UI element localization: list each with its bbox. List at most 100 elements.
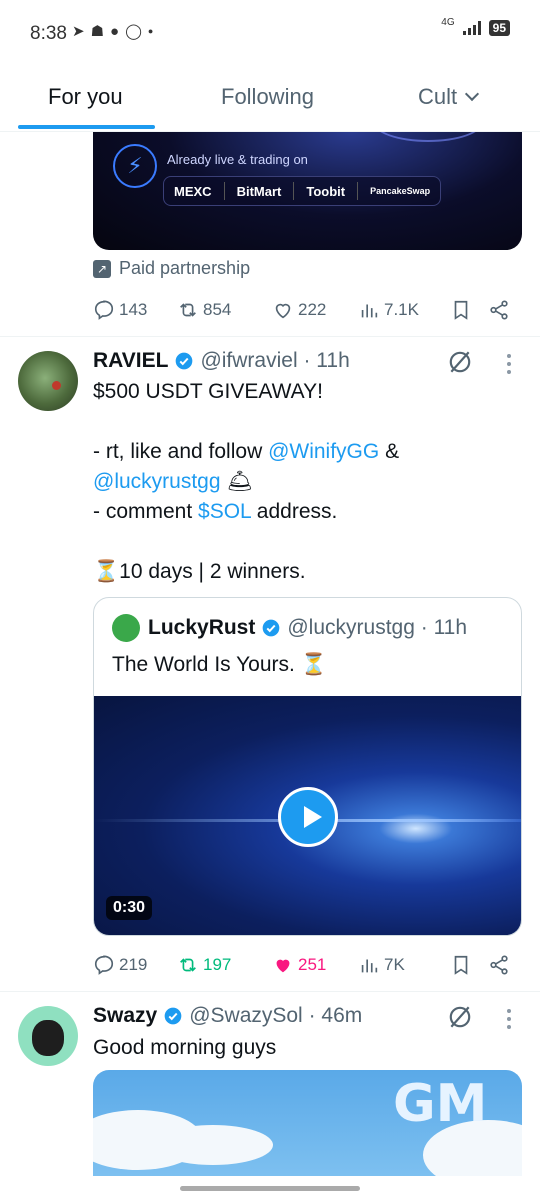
active-tab-indicator [18, 125, 155, 129]
play-button[interactable] [278, 787, 338, 847]
cashtag-link[interactable]: $SOL [198, 500, 251, 523]
exchange-toobit: Toobit [306, 183, 346, 199]
reply-button[interactable]: 219 [93, 954, 177, 976]
avatar[interactable] [18, 351, 78, 411]
exchange-bitmart: BitMart [236, 183, 282, 199]
text-fragment: address. [250, 500, 338, 523]
tab-label: Following [221, 84, 314, 109]
text-fragment: - comment [93, 500, 199, 523]
separator-dot: · [297, 349, 317, 372]
share-button[interactable] [488, 954, 518, 976]
repost-icon [180, 303, 196, 317]
views-button[interactable]: 7K [358, 954, 450, 976]
quoted-post[interactable]: LuckyRust @luckyrustgg · 11h The World I… [93, 597, 522, 936]
timeline-tabs: For you Following Cult [0, 66, 540, 132]
post-image[interactable]: GM [93, 1070, 522, 1176]
views-button[interactable]: 7.1K [358, 299, 450, 321]
mention-link[interactable]: @luckyrustgg [93, 470, 221, 493]
text-line: - comment $SOL address. [93, 497, 513, 527]
avatar[interactable] [18, 1006, 78, 1066]
paid-partnership: ↗ Paid partnership [93, 258, 250, 279]
reply-count: 219 [119, 955, 148, 974]
signal-icon [462, 21, 481, 35]
share-icon [490, 300, 508, 320]
video-player[interactable]: 0:30 [94, 696, 521, 935]
views-icon [361, 304, 378, 318]
paid-partnership-label: Paid partnership [119, 258, 251, 278]
promo-media[interactable]: ⚡ Already live & trading on MEXC BitMart… [93, 132, 522, 250]
verified-badge-icon [164, 1007, 182, 1025]
author-name[interactable]: Swazy [93, 1004, 157, 1028]
snapchat-icon: ☗ [90, 23, 105, 40]
repost-button[interactable]: 854 [177, 299, 272, 321]
home-indicator[interactable] [180, 1186, 360, 1191]
heart-filled-icon [276, 959, 290, 973]
tab-for-you[interactable]: For you [48, 84, 123, 110]
separator-dot: · [302, 1004, 322, 1027]
text-line: $500 USDT GIVEAWAY! [93, 380, 323, 403]
mention-link[interactable]: @WinifyGG [268, 440, 379, 463]
grok-icon[interactable] [447, 1004, 473, 1030]
post-time[interactable]: 11h [316, 349, 349, 373]
tab-label: For you [48, 84, 123, 109]
reply-button[interactable]: 143 [93, 299, 177, 321]
bookmark-button[interactable] [450, 299, 488, 321]
exchange-mexc: MEXC [174, 183, 212, 199]
more-options-icon[interactable] [507, 354, 511, 378]
arrow-up-right-icon: ↗ [93, 259, 111, 278]
lightning-icon: ⚡ [113, 144, 157, 188]
views-count: 7.1K [384, 300, 419, 319]
quoted-post-time: 11h [433, 616, 468, 639]
video-duration: 0:30 [106, 896, 153, 920]
text-fragment: & [379, 440, 400, 463]
reply-icon [94, 955, 114, 975]
author-handle[interactable]: @SwazySol [189, 1004, 303, 1028]
author-name[interactable]: RAVIEL [93, 349, 168, 373]
dot-icon: ● [147, 26, 154, 36]
like-button[interactable]: 251 [272, 954, 358, 976]
whatsapp-icon: ◯ [125, 23, 142, 40]
quoted-avatar[interactable] [112, 614, 140, 642]
repost-count: 197 [203, 955, 232, 974]
telegram-icon: ➤ [72, 23, 85, 40]
bear-detail [32, 1020, 64, 1056]
repost-button[interactable]: 197 [177, 954, 272, 976]
more-options-icon[interactable] [507, 1009, 511, 1033]
post-header: RAVIEL @ifwraviel · 11h [93, 349, 350, 373]
gm-image-text: GM [393, 1074, 488, 1134]
bell-emoji: 🛎 [226, 470, 254, 493]
text-line: ⏳10 days | 2 winners. [93, 560, 306, 583]
reply-count: 143 [119, 300, 148, 319]
repost-icon [180, 958, 196, 972]
bookmark-button[interactable] [450, 954, 488, 976]
like-count: 251 [298, 955, 327, 974]
post-header: Swazy @SwazySol · 46m [93, 1004, 362, 1028]
repost-count: 854 [203, 300, 232, 319]
like-button[interactable]: 222 [272, 299, 358, 321]
promo-action-bar: 143 854 222 7.1K [93, 295, 520, 325]
post-text: Good morning guys [93, 1036, 277, 1059]
quoted-author-handle: @luckyrustgg [287, 616, 415, 639]
text-line: @luckyrustgg 🛎 [93, 467, 513, 497]
glow-ring [373, 132, 483, 142]
post-time[interactable]: 46m [321, 1004, 362, 1028]
network-type: 4G [441, 16, 455, 28]
tab-following[interactable]: Following [221, 84, 314, 110]
author-handle[interactable]: @ifwraviel [200, 349, 297, 373]
post-text: $500 USDT GIVEAWAY! - rt, like and follo… [93, 377, 513, 587]
battery-indicator: 95 [488, 20, 510, 36]
bookmark-icon [454, 955, 468, 975]
exchange-list: MEXC BitMart Toobit PancakeSwap [163, 176, 442, 206]
verified-badge-icon [176, 352, 193, 370]
promo-banner-text: Already live & trading on [167, 152, 308, 167]
tab-cult[interactable]: Cult [418, 84, 480, 110]
share-icon [490, 955, 508, 975]
views-icon [361, 959, 378, 973]
grok-icon[interactable] [447, 349, 473, 375]
exchange-pancakeswap: PancakeSwap [370, 186, 431, 196]
separator-dot: · [414, 616, 434, 639]
text-fragment: - rt, like and follow [93, 440, 269, 463]
views-count: 7K [384, 955, 405, 974]
post-divider [0, 991, 540, 992]
share-button[interactable] [488, 299, 518, 321]
